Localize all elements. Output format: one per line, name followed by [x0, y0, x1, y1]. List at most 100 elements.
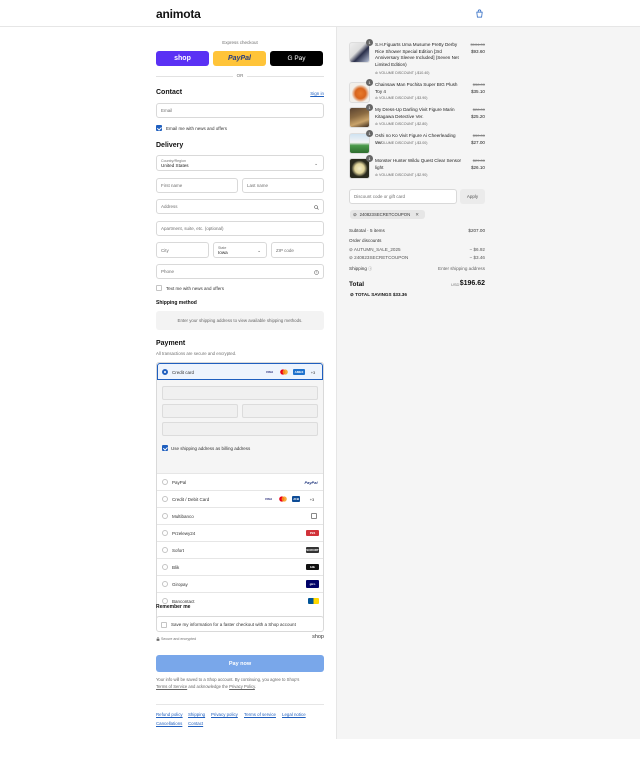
payment-option-giropay[interactable]: Giropay giro	[157, 576, 323, 593]
product-price: $35.10	[470, 89, 485, 94]
city-field[interactable]: City	[156, 242, 209, 258]
footer-link-legal[interactable]: Legal notice	[282, 712, 306, 717]
visa-icon: VISA	[265, 370, 273, 374]
multibanco-radio[interactable]	[162, 513, 168, 519]
original-price: $104.00	[470, 42, 485, 47]
legal-text: Your info will be saved to a Shop accoun…	[156, 676, 324, 690]
discount-label: 240823SECRETCOUPON	[354, 255, 409, 260]
payment-option-credit-card[interactable]: Credit card VISA AMEX +3	[157, 363, 323, 380]
credit-card-radio[interactable]	[162, 368, 168, 375]
help-icon[interactable]: ⓘ	[368, 266, 372, 271]
express-checkout-label: Express checkout	[222, 40, 258, 45]
terms-link[interactable]: Terms of Service	[156, 684, 187, 689]
expiration-field[interactable]	[162, 404, 238, 418]
remember-me-label: Save my information for a faster checkou…	[171, 622, 296, 627]
address-field[interactable]: Address	[156, 199, 324, 214]
billing-checkbox[interactable]	[162, 445, 168, 451]
address-placeholder: Address	[161, 204, 178, 209]
google-pay-button[interactable]: G Pay	[270, 51, 323, 66]
payment-option-multibanco[interactable]: Multibanco	[157, 508, 323, 525]
quantity-badge: 1	[366, 39, 373, 46]
card-number-field[interactable]	[162, 386, 318, 400]
store-logo[interactable]: animota	[156, 7, 201, 21]
footer-link-refund[interactable]: Refund policy	[156, 712, 183, 717]
sofort-radio[interactable]	[162, 547, 168, 553]
more-cards-badge: +3	[310, 369, 316, 375]
security-code-field[interactable]	[242, 404, 318, 418]
original-price: $38.00	[472, 82, 485, 87]
mastercard-icon	[279, 496, 287, 502]
subtotal-label: Subtotal · 5 items	[349, 228, 385, 233]
jcb-icon: JCB	[292, 496, 300, 502]
credit-card-label: Credit card	[172, 369, 195, 375]
footer-link-privacy[interactable]: Privacy policy	[211, 712, 238, 717]
discount-code-input[interactable]: Discount code or gift card	[349, 189, 457, 204]
volume-discount: ⊘ VOLUME DISCOUNT (-$2.90)	[375, 173, 428, 177]
last-name-field[interactable]: Last name	[242, 178, 324, 193]
country-value: United States	[161, 162, 189, 168]
footer-link-terms[interactable]: Terms of service	[244, 712, 276, 717]
shipping-method-heading: Shipping method	[156, 300, 197, 306]
total-savings: ⊘ TOTAL SAVINGS $33.36	[350, 292, 407, 298]
remember-me-checkbox[interactable]	[161, 621, 167, 628]
blik-radio[interactable]	[162, 564, 168, 570]
sign-in-link[interactable]: Sign in	[310, 91, 324, 96]
discount-row: ⊘ AUTUMN_SALE_2025 − $6.92	[349, 247, 485, 253]
product-name: Chainsaw Man Pochita Super BIG Plush Toy…	[375, 82, 458, 94]
cart-item: 1 Monster Hunter Wildu Quest Clear Senso…	[349, 155, 485, 182]
privacy-link[interactable]: Privacy Policy	[229, 684, 255, 689]
phone-field[interactable]: Phone ?	[156, 264, 324, 279]
shopping-bag-icon[interactable]	[475, 9, 484, 18]
legal-text-1: Your info will be saved to a Shop accoun…	[156, 677, 300, 682]
news-checkbox[interactable]	[156, 125, 162, 131]
country-select[interactable]: Country/Region United States ⌄	[156, 155, 324, 171]
cart-item: 1 Chainsaw Man Pochita Super BIG Plush T…	[349, 79, 485, 106]
przelewy24-radio[interactable]	[162, 530, 168, 536]
blik-icon: blik	[306, 564, 319, 570]
apply-button[interactable]: Apply	[460, 189, 485, 204]
first-name-field[interactable]: First name	[156, 178, 238, 193]
product-name: My Dress-Up Darling Vivit Figure Marin K…	[375, 107, 455, 119]
applied-coupon-chip: ⊘ 240823SECRETCOUPON ✕	[350, 210, 425, 219]
pay-now-button[interactable]: Pay now	[156, 655, 324, 672]
discount-row: ⊘ 240823SECRETCOUPON − $3.46	[349, 255, 485, 261]
state-value: Iowa	[218, 249, 228, 255]
apartment-field[interactable]: Apartment, suite, etc. (optional)	[156, 221, 324, 236]
svg-text:?: ?	[316, 270, 318, 274]
footer-link-contact[interactable]: Contact	[188, 721, 203, 726]
remember-me-box[interactable]: Save my information for a faster checkou…	[156, 616, 324, 632]
payment-heading: Payment	[156, 340, 186, 347]
shop-pay-button[interactable]: shop	[156, 51, 209, 66]
payment-option-przelewy24[interactable]: Przelewy24 P24	[157, 525, 323, 542]
payment-option-label: Sofort	[172, 547, 185, 553]
product-name: Monster Hunter Wildu Quest Clear Sensor …	[375, 158, 462, 170]
payment-option-label: Multibanco	[172, 513, 194, 519]
shipping-row: Shipping ⓘ Enter shipping address	[349, 266, 485, 272]
volume-discount: ⊘ VOLUME DISCOUNT (-$3.00)	[375, 141, 428, 145]
text-offers-checkbox[interactable]	[156, 285, 162, 291]
currency-label: USD	[451, 282, 460, 287]
discount-text: VOLUME DISCOUNT (-$2.90)	[379, 173, 428, 177]
payment-option-blik[interactable]: Blik blik	[157, 559, 323, 576]
remove-coupon-icon[interactable]: ✕	[415, 212, 419, 218]
payment-methods: Credit card VISA AMEX +3 Use shipping ad…	[156, 362, 324, 624]
secure-text: Secure and encrypted	[161, 637, 197, 641]
state-select[interactable]: State Iowa ⌄	[213, 242, 267, 258]
name-on-card-field[interactable]	[162, 422, 318, 436]
email-field[interactable]: Email	[156, 103, 324, 118]
more-cards-badge: +3	[309, 496, 315, 502]
payment-option-card[interactable]: Credit / Debit Card VISA JCB +3	[157, 491, 323, 508]
payment-option-label: Giropay	[172, 581, 188, 587]
bancontact-icon	[308, 598, 319, 604]
card-radio[interactable]	[162, 496, 168, 502]
payment-option-paypal[interactable]: PayPal PayPal	[157, 474, 323, 491]
help-icon[interactable]: ?	[314, 269, 319, 275]
multibanco-icon	[311, 513, 317, 519]
footer-link-shipping[interactable]: Shipping	[188, 712, 205, 717]
zip-field[interactable]: ZIP code	[271, 242, 324, 258]
paypal-radio[interactable]	[162, 479, 168, 485]
payment-option-sofort[interactable]: Sofort SOFORT	[157, 542, 323, 559]
footer-link-cancellations[interactable]: Cancellations	[156, 721, 182, 726]
giropay-radio[interactable]	[162, 581, 168, 587]
paypal-button[interactable]: PayPal	[213, 51, 266, 66]
